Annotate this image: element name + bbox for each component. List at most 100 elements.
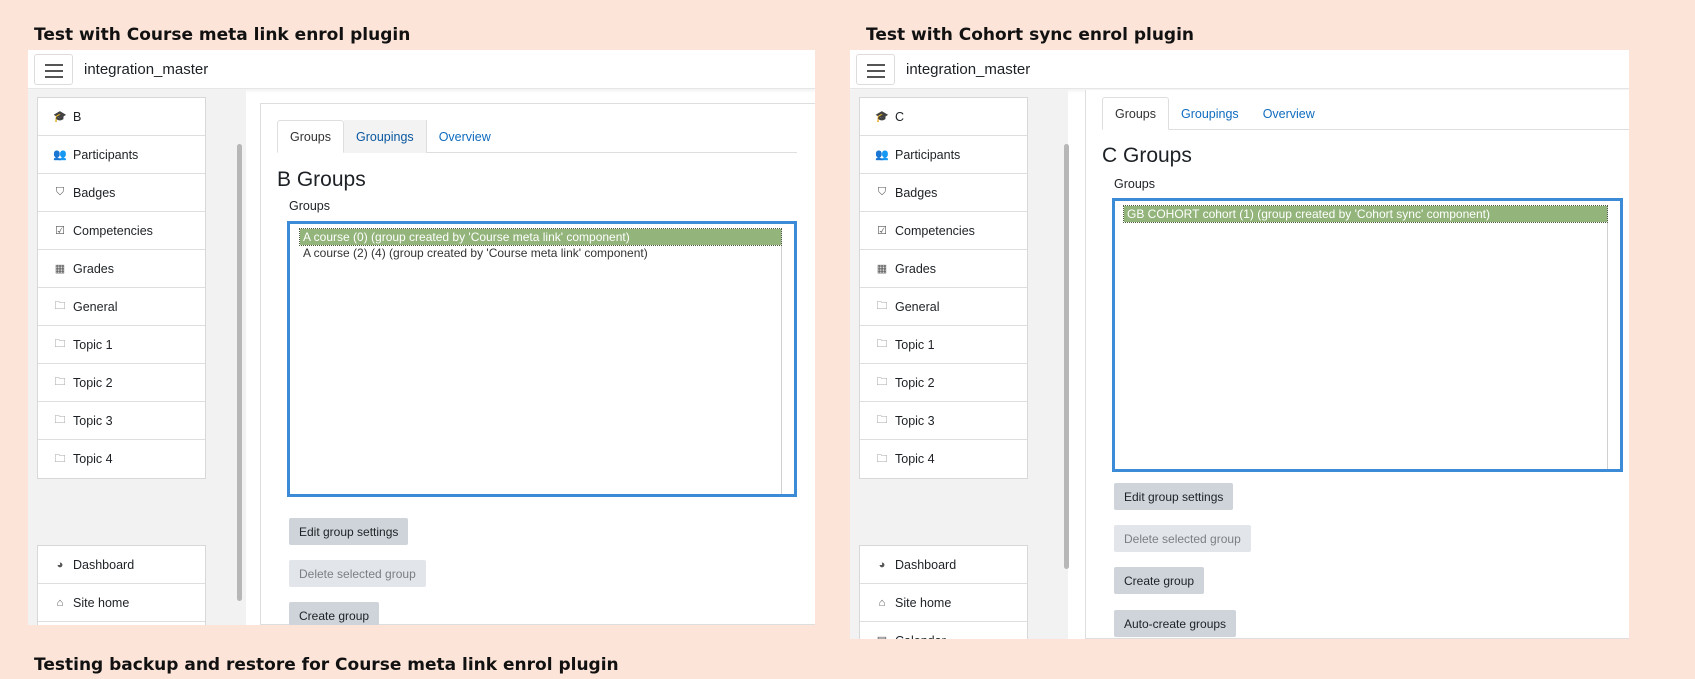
create-group-button[interactable]: Create group xyxy=(1114,567,1205,594)
tab-overview[interactable]: Overview xyxy=(1251,97,1327,130)
folder-icon: 🗀 xyxy=(876,300,888,312)
hamburger-icon-line xyxy=(867,76,885,78)
hamburger-icon-line xyxy=(45,64,63,66)
nav-item[interactable]: 👥 Participants xyxy=(860,136,1027,174)
nav-item[interactable]: ▤Calendar xyxy=(38,622,205,625)
folder-icon: 🗀 xyxy=(54,452,66,465)
folder-icon: 🗀 xyxy=(876,414,888,426)
nav-item[interactable]: ▦ Grades xyxy=(38,250,205,288)
users-icon: 👥 xyxy=(53,149,67,161)
delete-selected-group-button[interactable]: Delete selected group xyxy=(1114,525,1251,552)
groups-select[interactable]: GB COHORT cohort (1) (group created by '… xyxy=(1123,205,1608,469)
nav-item-label: Dashboard xyxy=(73,557,135,572)
nav-item-label: Dashboard xyxy=(895,557,957,572)
menu-toggle-button[interactable] xyxy=(34,54,73,85)
checkbox-icon: ☑ xyxy=(55,225,65,237)
nav-item-label: Grades xyxy=(73,261,114,276)
hamburger-icon-line xyxy=(867,70,885,72)
nav-item[interactable]: 🗀 Topic 4 xyxy=(860,440,1027,478)
nav-item[interactable]: 🗀 Topic 2 xyxy=(38,364,205,402)
groups-select-highlight: A course (0) (group created by 'Course m… xyxy=(287,221,797,497)
nav-item[interactable]: 🗀 Topic 3 xyxy=(860,402,1027,440)
tab-groups[interactable]: Groups xyxy=(1102,97,1169,130)
group-option[interactable]: A course (2) (4) (group created by 'Cour… xyxy=(300,245,781,261)
nav-item[interactable]: 🗀 Topic 1 xyxy=(38,326,205,364)
nav-item[interactable]: ▦ Grades xyxy=(860,250,1027,288)
nav-item[interactable]: ⛉ Badges xyxy=(860,174,1027,212)
nav-item-label: Topic 1 xyxy=(73,337,113,352)
nav-item-label: Badges xyxy=(73,185,116,200)
nav-drawer: 🎓 B 👥 Participants ⛉ Badges ☑ Competencies ▦ Grad… xyxy=(28,90,246,625)
nav-item-label: Topic 2 xyxy=(73,375,113,390)
nav-item[interactable]: ◕ Dashboard xyxy=(860,546,1027,584)
nav-drawer: 🎓 C 👥 Participants ⛉ Badges ☑ Competencies ▦ Grad… xyxy=(850,90,1069,640)
nav-item-label: Site home xyxy=(73,595,130,610)
nav-item[interactable]: 🗀 Topic 4 xyxy=(38,440,205,478)
dashboard-icon: ◕ xyxy=(878,558,886,571)
nav-item-label: Participants xyxy=(73,147,139,162)
edit-group-settings-button[interactable]: Edit group settings xyxy=(1114,483,1234,510)
course-nav-list: 🎓 B 👥 Participants ⛉ Badges ☑ Competencies ▦ Grad… xyxy=(37,97,206,479)
create-group-button[interactable]: Create group xyxy=(289,602,380,625)
tab-overview[interactable]: Overview xyxy=(427,120,503,153)
nav-item-label: Competencies xyxy=(73,223,153,238)
group-option-selected[interactable]: A course (0) (group created by 'Course m… xyxy=(299,228,782,246)
shield-icon: ⛉ xyxy=(55,186,65,198)
drawer-scrollbar[interactable] xyxy=(237,144,242,601)
nav-item[interactable]: ⌂ Site home xyxy=(860,584,1027,622)
nav-item-label: Topic 3 xyxy=(73,413,113,428)
tab-groupings[interactable]: Groupings xyxy=(344,120,427,153)
nav-item-label: Topic 1 xyxy=(895,337,935,352)
nav-item[interactable]: 🗀 General xyxy=(38,288,205,326)
shield-icon: ⛉ xyxy=(877,186,887,198)
nav-item[interactable]: 🗀 Topic 1 xyxy=(860,326,1027,364)
edit-group-settings-button[interactable]: Edit group settings xyxy=(289,518,409,545)
drawer-scrollbar[interactable] xyxy=(1064,144,1069,569)
nav-item-label: Competencies xyxy=(895,223,975,238)
hamburger-icon-line xyxy=(45,70,63,72)
left-moodle-window: integration_master 🎓 B 👥 Participants ⛉ Badge… xyxy=(28,50,815,625)
main-content: Groups Groupings Overview C Groups Group… xyxy=(1085,90,1629,639)
page-title: C Groups xyxy=(1102,144,1192,167)
nav-item[interactable]: ▤ Calendar xyxy=(860,622,1027,640)
nav-item[interactable]: ☑ Competencies xyxy=(38,212,205,250)
nav-item[interactable]: 👥 Participants xyxy=(38,136,205,174)
right-moodle-window: integration_master 🎓 C 👥 Participants ⛉ Badge… xyxy=(850,50,1629,639)
delete-selected-group-button[interactable]: Delete selected group xyxy=(289,560,426,587)
tab-groups[interactable]: Groups xyxy=(277,120,344,153)
nav-item-label: Site home xyxy=(895,595,952,610)
nav-item-label: Calendar xyxy=(895,634,946,640)
home-icon: ⌂ xyxy=(56,596,64,609)
folder-icon: 🗀 xyxy=(876,452,888,465)
users-icon: 👥 xyxy=(875,149,889,161)
nav-item-label: C xyxy=(895,109,905,124)
nav-item[interactable]: ⌂ Site home xyxy=(38,584,205,622)
nav-item-label: Participants xyxy=(895,147,961,162)
nav-item[interactable]: ⛉ Badges xyxy=(38,174,205,212)
nav-item[interactable]: 🗀 Topic 2 xyxy=(860,364,1027,402)
group-option-selected[interactable]: GB COHORT cohort (1) (group created by '… xyxy=(1123,205,1608,223)
menu-toggle-button[interactable] xyxy=(856,54,895,85)
auto-create-groups-button[interactable]: Auto-create groups xyxy=(1114,610,1237,637)
site-name-link[interactable]: integration_master xyxy=(84,61,208,78)
heading-cohort-sync: Test with Cohort sync enrol plugin xyxy=(866,25,1195,45)
nav-item-label: Topic 4 xyxy=(73,452,113,466)
nav-item[interactable]: ☑ Competencies xyxy=(860,212,1027,250)
nav-item[interactable]: ◕ Dashboard xyxy=(38,546,205,584)
nav-item[interactable]: 🎓 B xyxy=(38,98,205,136)
nav-item[interactable]: 🎓 C xyxy=(860,98,1027,136)
nav-item-label: General xyxy=(895,299,940,314)
nav-item-label: Topic 3 xyxy=(895,413,935,428)
groups-select[interactable]: A course (0) (group created by 'Course m… xyxy=(299,228,782,494)
dashboard-icon: ◕ xyxy=(56,558,64,571)
page-title: B Groups xyxy=(277,168,366,191)
folder-icon: 🗀 xyxy=(54,414,66,426)
nav-item[interactable]: 🗀 General xyxy=(860,288,1027,326)
nav-item[interactable]: 🗀 Topic 3 xyxy=(38,402,205,440)
hamburger-icon-line xyxy=(867,64,885,66)
tab-groupings[interactable]: Groupings xyxy=(1169,97,1251,130)
groups-tabs: Groups Groupings Overview xyxy=(277,120,797,153)
calendar-icon: ▤ xyxy=(875,634,889,639)
site-name-link[interactable]: integration_master xyxy=(906,61,1030,78)
groups-tabs: Groups Groupings Overview xyxy=(1102,97,1629,130)
